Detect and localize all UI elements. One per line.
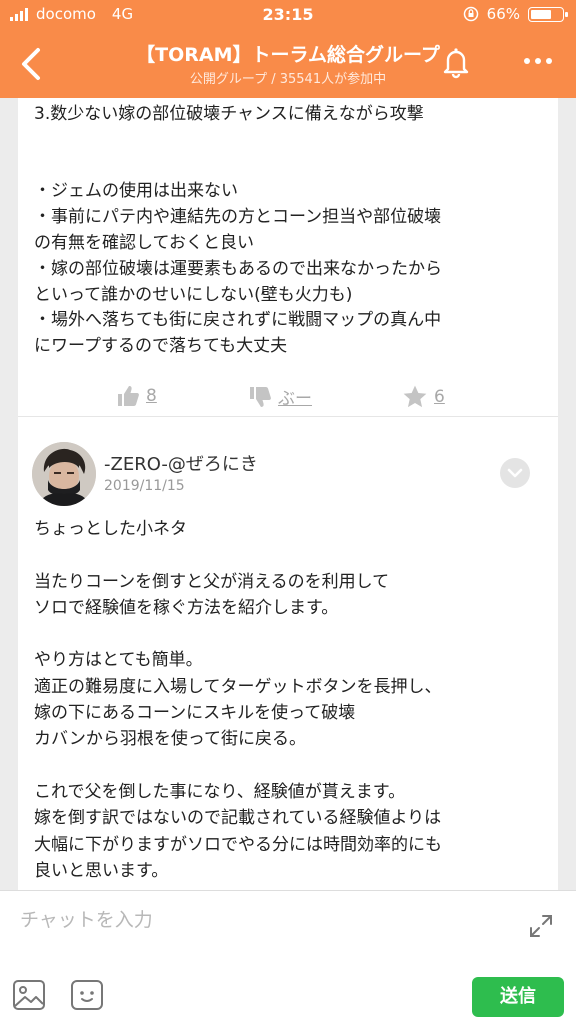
thumbs-down-icon bbox=[250, 386, 271, 407]
user-photo bbox=[32, 442, 96, 506]
battery-percent: 66% bbox=[486, 5, 520, 23]
avatar[interactable] bbox=[32, 442, 96, 506]
expand-icon[interactable] bbox=[528, 913, 554, 939]
post-menu-button[interactable] bbox=[500, 458, 530, 488]
send-button[interactable]: 送信 bbox=[472, 977, 564, 1017]
back-arrow-icon[interactable] bbox=[14, 44, 50, 84]
favorite-button[interactable]: 6 bbox=[402, 384, 445, 410]
favorite-count: 6 bbox=[434, 387, 445, 407]
timeline[interactable]: 3.数少ない嫁の部位破壊チャンスに備えながら攻撃 ・ジェムの使用は出来ない ・事… bbox=[0, 98, 576, 890]
post-actions: 8 ぶー 6 bbox=[18, 376, 558, 417]
like-count: 8 bbox=[146, 386, 157, 406]
chevron-down-icon bbox=[507, 468, 523, 478]
post-card: -ZERO-@ぜろにき 2019/11/15 ちょっとした小ネタ 当たりコーンを… bbox=[18, 430, 558, 890]
post-date: 2019/11/15 bbox=[104, 478, 185, 494]
more-options-icon[interactable] bbox=[524, 58, 552, 64]
boo-button[interactable]: ぶー bbox=[248, 384, 312, 409]
battery-icon bbox=[528, 6, 568, 22]
status-bar: docomo 4G 23:15 66% bbox=[0, 4, 576, 28]
post-card: 3.数少ない嫁の部位破壊チャンスに備えながら攻撃 ・ジェムの使用は出来ない ・事… bbox=[18, 98, 558, 430]
bell-icon[interactable] bbox=[438, 44, 474, 80]
boo-label: ぶー bbox=[278, 389, 312, 409]
post-body: 3.数少ない嫁の部位破壊チャンスに備えながら攻撃 ・ジェムの使用は出来ない ・事… bbox=[34, 104, 442, 357]
rotation-lock-icon bbox=[463, 6, 478, 22]
thumbs-up-icon bbox=[118, 386, 139, 406]
star-icon bbox=[403, 385, 427, 408]
chat-input-bar: チャットを入力 送信 bbox=[0, 890, 576, 1025]
sticker-icon[interactable] bbox=[70, 979, 104, 1011]
like-button[interactable]: 8 bbox=[116, 384, 157, 408]
app-header: docomo 4G 23:15 66% 【TORAM】トーラム総合グループ 公開… bbox=[0, 0, 576, 98]
image-icon[interactable] bbox=[12, 979, 46, 1011]
post-author[interactable]: -ZERO-@ぜろにき bbox=[104, 450, 258, 476]
chat-input[interactable]: チャットを入力 bbox=[20, 905, 153, 932]
post-body: ちょっとした小ネタ 当たりコーンを倒すと父が消えるのを利用して ソロで経験値を稼… bbox=[34, 519, 442, 881]
